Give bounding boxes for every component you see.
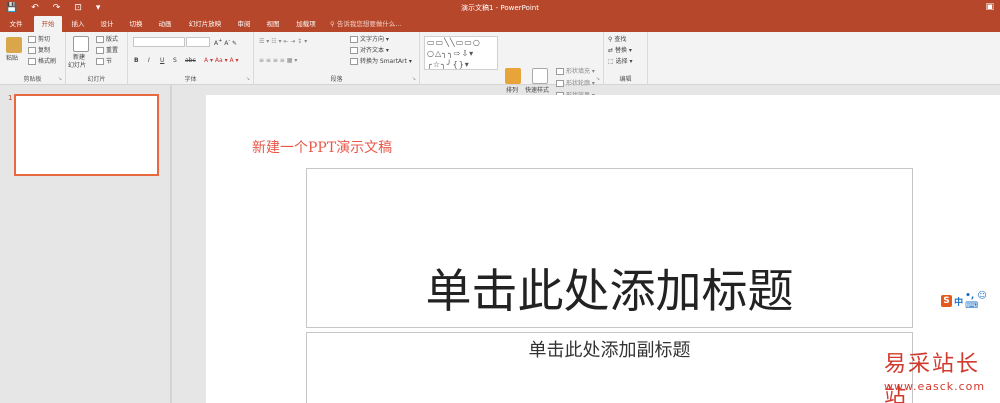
cut-icon: [28, 36, 36, 43]
quick-styles-button[interactable]: 快速样式: [525, 86, 549, 95]
replace-button[interactable]: ⇄ 替换 ▾: [608, 46, 632, 55]
select-button[interactable]: ⬚ 选择 ▾: [608, 57, 633, 66]
layout-icon: [96, 36, 104, 43]
bold-button[interactable]: B: [134, 56, 139, 65]
subtitle-placeholder-text: 单击此处添加副标题: [528, 340, 691, 361]
replace-icon: ⇄: [608, 47, 615, 54]
shape-fill-icon: [556, 68, 564, 75]
font-launcher-icon[interactable]: ↘: [246, 76, 250, 82]
font-size-input[interactable]: [186, 37, 210, 47]
pane-divider[interactable]: [170, 85, 172, 403]
shapes-gallery[interactable]: ▭▭╲╲▭▭○ ○△╮╮⇨⇩▾ ╭☆╮╯{}▾: [424, 36, 498, 70]
window-title: 演示文稿1 - PowerPoint: [461, 4, 539, 12]
copy-button[interactable]: 复制: [28, 46, 50, 55]
list-buttons[interactable]: ☰ ▾ ☷ ▾ ⇤ ⇥ ↕ ▾: [259, 37, 307, 46]
tell-me-text: 告诉我您想要做什么...: [336, 20, 402, 28]
ime-extra-icons[interactable]: •, ☺ ⌨: [965, 291, 1000, 311]
slide-annotation: 新建一个PPT演示文稿: [252, 140, 393, 156]
font-color-button[interactable]: A ▾ Aa ▾ A ▾: [204, 56, 239, 65]
arrange-button[interactable]: 排列: [506, 86, 518, 95]
watermark-text: 易采站长站: [884, 352, 981, 403]
clipboard-label: 剪贴板: [23, 76, 42, 83]
slides-label: 幻灯片: [87, 76, 106, 83]
format-painter-icon: [28, 58, 36, 65]
watermark-url: www.easck.com: [884, 380, 986, 393]
shape-outline-icon: [556, 80, 564, 87]
align-text-icon: [350, 47, 358, 54]
ime-mode[interactable]: 中: [954, 295, 963, 308]
sogou-logo-icon: S: [941, 295, 953, 307]
paste-button[interactable]: 粘贴: [6, 54, 18, 63]
strikethrough-button[interactable]: abc: [185, 56, 196, 65]
editing-group: ⚲ 查找 ⇄ 替换 ▾ ⬚ 选择 ▾ 编辑: [604, 32, 648, 85]
paragraph-label: 段落: [330, 76, 343, 83]
section-icon: [96, 58, 104, 65]
tell-me-search[interactable]: ⚲ 告诉我您想要做什么...: [330, 16, 402, 32]
format-painter-button[interactable]: 格式刷: [28, 57, 56, 66]
tab-review[interactable]: 审阅: [232, 16, 256, 32]
shadow-button[interactable]: S: [173, 56, 177, 65]
reset-button[interactable]: 重置: [96, 46, 118, 55]
title-bar: 💾 ↶ ↷ ⊡ ▾ 演示文稿1 - PowerPoint ▣: [0, 0, 1000, 16]
convert-smartart-button[interactable]: 转换为 SmartArt ▾: [350, 57, 412, 66]
tab-animations[interactable]: 动画: [153, 16, 177, 32]
cut-button[interactable]: 剪切: [28, 35, 50, 44]
title-placeholder-text: 单击此处添加标题: [425, 264, 794, 318]
slide-thumbnail-pane: 1: [0, 85, 170, 403]
clipboard-launcher-icon[interactable]: ↘: [58, 76, 62, 82]
smartart-icon: [350, 58, 358, 65]
tab-view[interactable]: 视图: [261, 16, 285, 32]
text-direction-button[interactable]: 文字方向 ▾: [350, 35, 389, 44]
tab-file[interactable]: 文件: [3, 16, 29, 32]
align-buttons[interactable]: ≡ ≡ ≡ ≡ ▦ ▾: [259, 56, 297, 65]
title-placeholder[interactable]: 单击此处添加标题: [306, 168, 913, 328]
paste-icon[interactable]: [6, 37, 22, 53]
shape-fill-button[interactable]: 形状填充 ▾: [556, 67, 595, 76]
lightbulb-icon: ⚲: [330, 20, 337, 28]
subtitle-placeholder[interactable]: 单击此处添加副标题: [306, 332, 913, 403]
arrange-icon[interactable]: [505, 68, 521, 84]
tab-home[interactable]: 开始: [34, 16, 62, 32]
new-slide-icon[interactable]: [73, 36, 89, 52]
tab-slideshow[interactable]: 幻灯片放映: [182, 16, 228, 32]
slides-group: 新建 幻灯片 版式 重置 节 幻灯片: [66, 32, 128, 85]
font-grow-shrink[interactable]: A+ A- ✎: [214, 37, 237, 48]
ribbon: 粘贴 剪切 复制 格式刷 剪贴板 ↘ 新建 幻灯片 版式 重置 节 幻灯片 A+…: [0, 32, 1000, 99]
find-button[interactable]: ⚲ 查找: [608, 35, 626, 44]
layout-button[interactable]: 版式: [96, 35, 118, 44]
italic-button[interactable]: I: [148, 56, 150, 65]
editing-label: 编辑: [619, 76, 632, 83]
shape-outline-button[interactable]: 形状轮廓 ▾: [556, 79, 595, 88]
tab-transitions[interactable]: 切换: [124, 16, 148, 32]
underline-button[interactable]: U: [160, 56, 164, 65]
slide-thumbnail-1[interactable]: [14, 94, 159, 176]
copy-icon: [28, 47, 36, 54]
window-controls: ▣: [985, 2, 994, 12]
drawing-launcher-icon[interactable]: ↘: [596, 76, 600, 82]
tab-design[interactable]: 设计: [95, 16, 119, 32]
ime-toolbar[interactable]: S 中 •, ☺ ⌨: [941, 291, 1000, 311]
quick-styles-icon[interactable]: [532, 68, 548, 84]
paragraph-group: ☰ ▾ ☷ ▾ ⇤ ⇥ ↕ ▾ ≡ ≡ ≡ ≡ ▦ ▾ 文字方向 ▾ 对齐文本 …: [254, 32, 420, 85]
text-direction-icon: [350, 36, 358, 43]
tab-addins[interactable]: 加载项: [290, 16, 322, 32]
cursor-icon: ⬚: [608, 58, 616, 65]
ribbon-display-icon[interactable]: ▣: [985, 2, 994, 12]
slide-number: 1: [8, 94, 13, 102]
font-name-input[interactable]: [133, 37, 185, 47]
section-button[interactable]: 节: [96, 57, 112, 66]
reset-icon: [96, 47, 104, 54]
tab-insert[interactable]: 插入: [66, 16, 90, 32]
font-label: 字体: [184, 76, 197, 83]
clipboard-group: 粘贴 剪切 复制 格式刷 剪贴板 ↘: [0, 32, 66, 85]
font-group: A+ A- ✎ B I U S abc A ▾ Aa ▾ A ▾ 字体 ↘: [128, 32, 254, 85]
new-slide-label-2[interactable]: 幻灯片: [68, 61, 86, 70]
ribbon-tabs: 文件 开始 插入 设计 切换 动画 幻灯片放映 审阅 视图 加载项 ⚲ 告诉我您…: [0, 16, 1000, 32]
align-text-button[interactable]: 对齐文本 ▾: [350, 46, 389, 55]
paragraph-launcher-icon[interactable]: ↘: [412, 76, 416, 82]
